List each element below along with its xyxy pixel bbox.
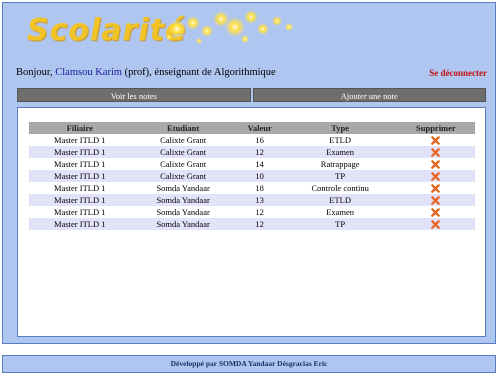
table-row: Master ITLD 1 Calixte Grant 10 TP [29,170,475,182]
cell-valeur: 16 [235,134,284,146]
nav-bar: Voir les notes Ajouter une note [17,88,486,102]
delete-x-icon[interactable] [431,172,441,182]
table-row: Master ITLD 1 Somda Yandaar 18 Controle … [29,182,475,194]
table-row: Master ITLD 1 Calixte Grant 14 Ratrappag… [29,158,475,170]
cell-etudiant: Calixte Grant [130,134,236,146]
cell-etudiant: Somda Yandaar [130,182,236,194]
delete-x-icon[interactable] [431,184,441,194]
cell-filiaire: Master ITLD 1 [29,158,131,170]
main-frame: Scolarité Bonjour, Clamsou Karim (prof),… [2,2,496,344]
cell-valeur: 12 [235,218,284,230]
cell-filiaire: Master ITLD 1 [29,134,131,146]
delete-x-icon[interactable] [431,148,441,158]
cell-filiaire: Master ITLD 1 [29,170,131,182]
cell-type: Examen [283,146,397,158]
notes-table: Filiaire Etudiant Valeur Type Supprimer … [29,122,475,230]
table-row: Master ITLD 1 Somda Yandaar 12 TP [29,218,475,230]
cell-type: Examen [283,206,397,218]
column-header-etudiant: Etudiant [130,122,236,134]
cell-type: TP [283,218,397,230]
cell-etudiant: Calixte Grant [130,170,236,182]
sparkles-decoration [166,10,293,44]
nav-view-notes[interactable]: Voir les notes [17,88,251,102]
table-header-row: Filiaire Etudiant Valeur Type Supprimer [29,122,475,134]
cell-type: Ratrappage [283,158,397,170]
cell-filiaire: Master ITLD 1 [29,218,131,230]
cell-delete [396,182,475,194]
cell-valeur: 10 [235,170,284,182]
cell-delete [396,218,475,230]
content-panel: Filiaire Etudiant Valeur Type Supprimer … [17,107,486,337]
cell-valeur: 13 [235,194,284,206]
nav-add-note[interactable]: Ajouter une note [252,88,486,102]
cell-etudiant: Somda Yandaar [130,218,236,230]
logout-link[interactable]: Se déconnecter [429,68,487,78]
column-header-filiaire: Filiaire [29,122,131,134]
delete-x-icon[interactable] [431,220,441,230]
delete-x-icon[interactable] [431,196,441,206]
cell-type: TP [283,170,397,182]
cell-valeur: 18 [235,182,284,194]
greeting-text: Bonjour, Clamsou Karim (prof), énseignan… [16,67,276,78]
cell-valeur: 12 [235,146,284,158]
cell-delete [396,194,475,206]
cell-type: ETLD [283,194,397,206]
delete-x-icon[interactable] [431,208,441,218]
cell-filiaire: Master ITLD 1 [29,146,131,158]
cell-etudiant: Somda Yandaar [130,194,236,206]
cell-etudiant: Somda Yandaar [130,206,236,218]
delete-x-icon[interactable] [431,160,441,170]
cell-delete [396,206,475,218]
cell-filiaire: Master ITLD 1 [29,206,131,218]
cell-etudiant: Calixte Grant [130,146,236,158]
cell-filiaire: Master ITLD 1 [29,182,131,194]
table-row: Master ITLD 1 Somda Yandaar 13 ETLD [29,194,475,206]
cell-valeur: 14 [235,158,284,170]
cell-etudiant: Calixte Grant [130,158,236,170]
cell-type: Controle continu [283,182,397,194]
column-header-valeur: Valeur [235,122,284,134]
user-name: Clamsou Karim [55,67,123,78]
table-row: Master ITLD 1 Calixte Grant 12 Examen [29,146,475,158]
cell-delete [396,146,475,158]
header: Scolarité [3,3,495,61]
table-row: Master ITLD 1 Calixte Grant 16 ETLD [29,134,475,146]
greeting-prefix: Bonjour, [16,67,56,78]
cell-delete [396,158,475,170]
cell-delete [396,134,475,146]
cell-delete [396,170,475,182]
cell-filiaire: Master ITLD 1 [29,194,131,206]
greeting-suffix: (prof), énseignant de Algorithmique [122,67,276,78]
footer: Développé par SOMDA Yandaar Désgracias E… [2,355,496,373]
column-header-supprimer: Supprimer [396,122,475,134]
table-row: Master ITLD 1 Somda Yandaar 12 Examen [29,206,475,218]
cell-type: ETLD [283,134,397,146]
delete-x-icon[interactable] [431,136,441,146]
cell-valeur: 12 [235,206,284,218]
column-header-type: Type [283,122,397,134]
